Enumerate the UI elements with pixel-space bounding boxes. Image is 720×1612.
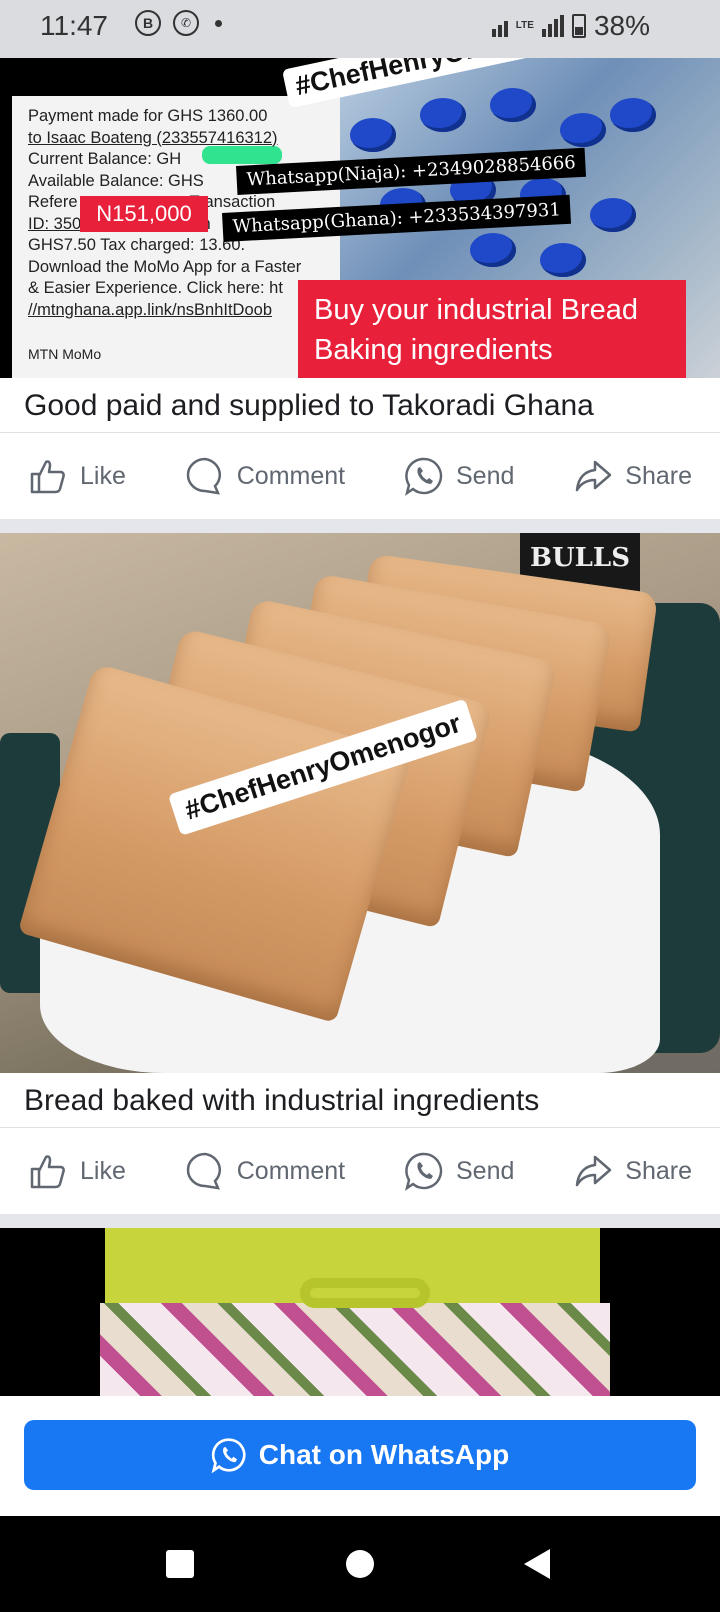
whatsapp-notification-icon: ✆	[173, 10, 199, 36]
signal-strength-icon	[541, 15, 564, 37]
comment-button[interactable]: Comment	[185, 456, 345, 496]
amount-badge: N151,000	[80, 196, 208, 232]
b-app-icon: B	[135, 10, 161, 36]
battery-level: 38%	[593, 10, 650, 41]
post-image[interactable]: BULLS #ChefHenryOmenogor	[0, 533, 720, 1073]
signal-icon	[491, 15, 508, 37]
whatsapp-send-icon	[405, 1152, 443, 1191]
whatsapp-icon	[211, 1438, 246, 1473]
post-image[interactable]	[0, 1228, 720, 1398]
like-button[interactable]: Like	[28, 1151, 126, 1191]
system-nav-bar	[0, 1516, 720, 1612]
status-bar: 11:47 B ✆ LTE 38%	[0, 0, 720, 58]
status-time: 11:47	[40, 10, 108, 41]
post-caption: Good paid and supplied to Takoradi Ghana	[0, 378, 720, 433]
comment-icon	[186, 1152, 221, 1190]
like-button[interactable]: Like	[28, 456, 126, 496]
share-button[interactable]: Share	[573, 456, 692, 496]
recents-button[interactable]	[160, 1544, 200, 1584]
post-actions: Like Comment Send Share	[0, 1128, 720, 1214]
feed-post: BULLS #ChefHenryOmenogor Bread baked wit…	[0, 533, 720, 1214]
comment-button[interactable]: Comment	[185, 1151, 345, 1191]
feed-post: Payment made for GHS 1360.00 to Isaac Bo…	[0, 58, 720, 519]
share-arrow-icon	[576, 1155, 612, 1187]
post-caption: Bread baked with industrial ingredients	[0, 1073, 720, 1128]
circle-icon	[346, 1550, 374, 1578]
cta-bar: Chat on WhatsApp	[0, 1396, 720, 1516]
share-arrow-icon	[576, 460, 612, 492]
mtn-momo-label: MTN MoMo	[28, 346, 102, 362]
network-type: LTE	[515, 20, 534, 31]
thumbs-up-icon	[30, 1155, 65, 1189]
post-image[interactable]: Payment made for GHS 1360.00 to Isaac Bo…	[0, 58, 720, 378]
whatsapp-send-icon	[405, 457, 443, 496]
chat-on-whatsapp-button[interactable]: Chat on WhatsApp	[24, 1420, 696, 1490]
buy-ingredients-banner: Buy your industrial Bread Baking ingredi…	[298, 280, 686, 378]
share-button[interactable]: Share	[573, 1151, 692, 1191]
battery-icon	[571, 14, 586, 38]
square-icon	[166, 1550, 194, 1578]
home-button[interactable]	[340, 1544, 380, 1584]
more-notifications-icon	[215, 19, 222, 27]
back-button[interactable]	[518, 1544, 558, 1584]
comment-icon	[186, 457, 221, 495]
post-actions: Like Comment Send Share	[0, 433, 720, 519]
dress-bow	[300, 1278, 430, 1308]
send-button[interactable]: Send	[404, 1151, 514, 1191]
thumbs-up-icon	[30, 460, 65, 494]
triangle-back-icon	[524, 1549, 550, 1579]
send-button[interactable]: Send	[404, 456, 514, 496]
